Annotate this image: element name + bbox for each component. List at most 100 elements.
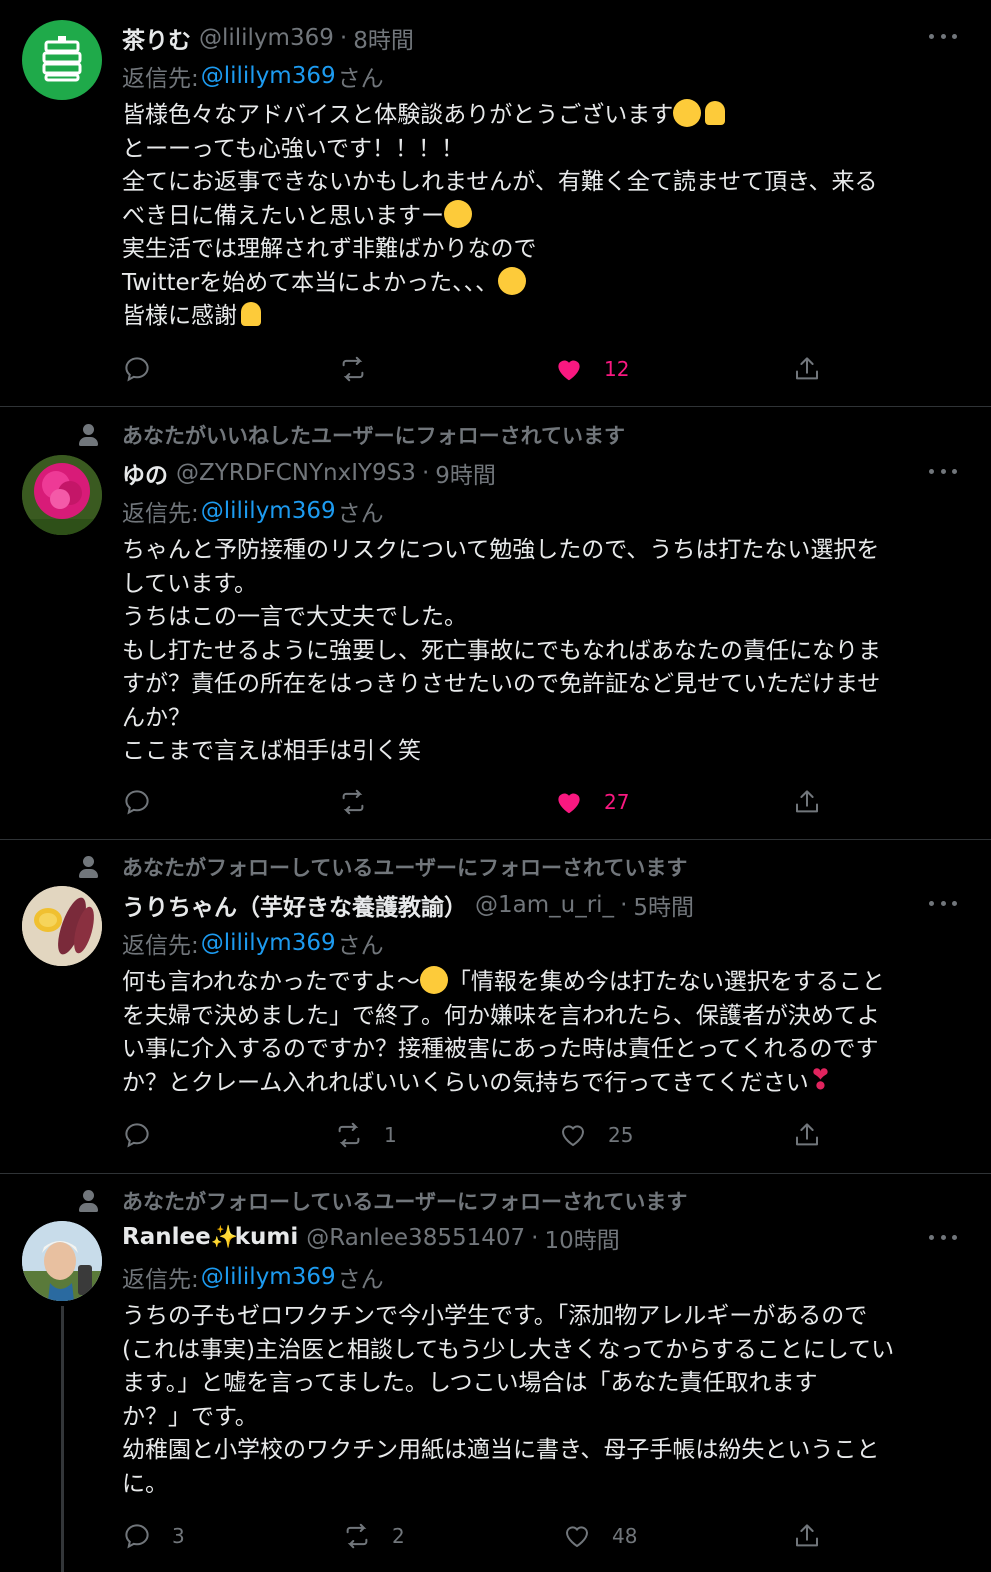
timestamp[interactable]: 9時間	[435, 456, 496, 490]
share-button[interactable]	[792, 1115, 822, 1155]
avatar[interactable]	[22, 20, 102, 100]
user-handle[interactable]: @1am_u_ri_	[475, 892, 614, 918]
like-button[interactable]: 25	[558, 1115, 633, 1155]
tweet-line: い事に介入するのですか？接種被害にあった時は責任とってくれるのです	[122, 1036, 879, 1062]
tweet-line: 何も言われなかったですよ〜	[122, 969, 420, 995]
retweet-button[interactable]: 1	[334, 1115, 397, 1155]
share-icon	[796, 1524, 818, 1547]
more-options-icon[interactable]	[929, 22, 957, 50]
reply-mention-link[interactable]: @lililym369	[201, 1264, 336, 1290]
tweet-line: ここまで言えば相手は引く笑	[122, 738, 421, 764]
tweet-text: ちゃんと予防接種のリスクについて勉強したので、うちは打たない選択を しています。…	[122, 534, 962, 769]
reply-button[interactable]	[122, 1115, 172, 1155]
retweet-icon	[342, 789, 364, 815]
reply-mention-link[interactable]: @lililym369	[201, 63, 336, 89]
more-options-icon[interactable]	[929, 457, 957, 485]
tweet-line: 「情報を集め今は打たない選択をすること	[447, 969, 885, 995]
heart-exclamation-icon	[809, 1063, 832, 1097]
display-name[interactable]: うりちゃん（芋好きな養護教諭）	[122, 888, 467, 922]
reply-button[interactable]	[122, 782, 172, 822]
folded-hands-icon	[701, 99, 729, 127]
share-icon	[796, 357, 818, 380]
reply-icon	[125, 1123, 149, 1148]
reply-icon	[125, 790, 149, 815]
reply-icon	[125, 357, 149, 382]
retweet-button[interactable]: 2	[342, 1516, 405, 1556]
person-icon	[78, 855, 100, 879]
tweet-line: Twitterを始めて本当によかった、、、	[122, 269, 499, 296]
reply-mention-link[interactable]: @lililym369	[201, 498, 336, 524]
tweet-actions: 3 2 48	[122, 1516, 822, 1556]
more-options-icon[interactable]	[929, 1223, 957, 1251]
tweet-line: うちはこの一言で大丈夫でした。	[122, 604, 467, 630]
hugging-face-icon	[419, 966, 448, 994]
display-name[interactable]: Ranlee✨kumi	[122, 1224, 298, 1253]
more-options-icon[interactable]	[929, 889, 957, 917]
tweet-line: ます。」と嘘を言ってました。しつこい場合は「あなた責任取れます	[122, 1370, 818, 1396]
reply-prefix: 返信先:	[122, 66, 199, 92]
display-name[interactable]: 茶りむ	[122, 21, 191, 55]
person-icon	[78, 1189, 100, 1213]
share-button[interactable]	[792, 782, 822, 822]
avatar[interactable]	[22, 886, 102, 966]
tweet-line: を夫婦で決めました」で終了。何か嫌味を言われたら、保護者が決めてよ	[122, 1002, 880, 1029]
tweet-line: とーーっても心強いです！！！！	[122, 135, 465, 162]
reply-context: 返信先: @lililym369 さん	[122, 59, 384, 93]
reply-suffix: さん	[337, 66, 384, 92]
separator-dot: ·	[531, 1225, 539, 1251]
retweet-icon	[346, 1523, 368, 1549]
tweet-line: 皆様色々なアドバイスと体験談ありがとうございます	[122, 102, 674, 128]
tweet-header: うりちゃん（芋好きな養護教諭） @1am_u_ri_ · 5時間	[122, 888, 991, 922]
like-button[interactable]: 12	[554, 349, 629, 389]
tweet-line: ちゃんと予防接種のリスクについて勉強したので、うちは打たない選択を	[122, 537, 880, 563]
user-handle[interactable]: @lililym369	[199, 25, 334, 51]
tweet-text: 皆様色々なアドバイスと体験談ありがとうございます とーーっても心強いです！！！！…	[122, 99, 962, 334]
tweet-1[interactable]: 茶りむ @lililym369 · 8時間 返信先: @lililym369 さ…	[0, 0, 991, 407]
tweet-4[interactable]: あなたがフォローしているユーザーにフォローされています Ranlee✨kumi …	[0, 1174, 991, 1572]
heart-filled-icon	[558, 793, 580, 814]
user-handle[interactable]: @Ranlee38551407	[306, 1225, 525, 1251]
reply-button[interactable]	[122, 349, 172, 389]
timestamp[interactable]: 8時間	[353, 21, 414, 55]
display-name[interactable]: ゆの	[122, 456, 168, 490]
reply-prefix: 返信先:	[122, 933, 199, 959]
timestamp[interactable]: 5時間	[633, 888, 694, 922]
tweet-text: 何も言われなかったですよ〜 「情報を集め今は打たない選択をすること を夫婦で決めま…	[122, 966, 962, 1100]
tweet-line: 全てにお返事できないかもしれませんが、有難く全て読ませて頂き、来る	[122, 169, 878, 195]
tweet-actions: 27	[122, 782, 822, 822]
tweet-line: か？とクレーム入れればいいくらいの気持ちで行ってきてください	[122, 1069, 809, 1096]
retweet-count: 2	[392, 1524, 405, 1548]
retweet-icon	[338, 1122, 360, 1148]
pink-peony-photo	[22, 455, 102, 535]
social-context-text: あなたがいいねしたユーザーにフォローされています	[122, 424, 625, 448]
avatar[interactable]	[22, 1221, 102, 1301]
user-handle[interactable]: @ZYRDFCNYnxIY9S3	[176, 460, 416, 486]
social-context: あなたがフォローしているユーザーにフォローされています	[78, 1186, 687, 1216]
tweet-header: 茶りむ @lililym369 · 8時間	[122, 21, 991, 55]
reply-prefix: 返信先:	[122, 501, 199, 527]
retweet-icon	[342, 356, 364, 382]
tweet-3[interactable]: あなたがフォローしているユーザーにフォローされています うりちゃん（芋好きな養護…	[0, 840, 991, 1174]
share-icon	[796, 790, 818, 813]
avatar[interactable]	[22, 455, 102, 535]
share-button[interactable]	[792, 349, 822, 389]
retweet-button[interactable]	[338, 782, 388, 822]
tweet-header: ゆの @ZYRDFCNYnxIY9S3 · 9時間	[122, 456, 991, 490]
tweet-line: もし打たせるように強要し、死亡事故にでもなればあなたの責任になりま	[122, 637, 881, 664]
share-button[interactable]	[792, 1516, 822, 1556]
social-context-text: あなたがフォローしているユーザーにフォローされています	[122, 1190, 688, 1214]
reply-mention-link[interactable]: @lililym369	[201, 930, 336, 956]
reply-button[interactable]: 3	[122, 1516, 185, 1556]
tweet-line: 皆様に感謝	[122, 303, 237, 329]
heart-outline-icon	[565, 1526, 589, 1548]
tweet-actions: 12	[122, 349, 822, 389]
tweet-actions: 1 25	[122, 1115, 822, 1155]
tweet-line: んか？	[122, 704, 191, 731]
like-button[interactable]: 48	[562, 1516, 637, 1556]
reply-prefix: 返信先:	[122, 1267, 199, 1293]
tweet-2[interactable]: あなたがいいねしたユーザーにフォローされています ゆの @ZYRDFCNYnxI…	[0, 407, 991, 840]
reply-suffix: さん	[337, 933, 384, 959]
timestamp[interactable]: 10時間	[544, 1221, 619, 1255]
like-button[interactable]: 27	[554, 782, 629, 822]
retweet-button[interactable]	[338, 349, 388, 389]
